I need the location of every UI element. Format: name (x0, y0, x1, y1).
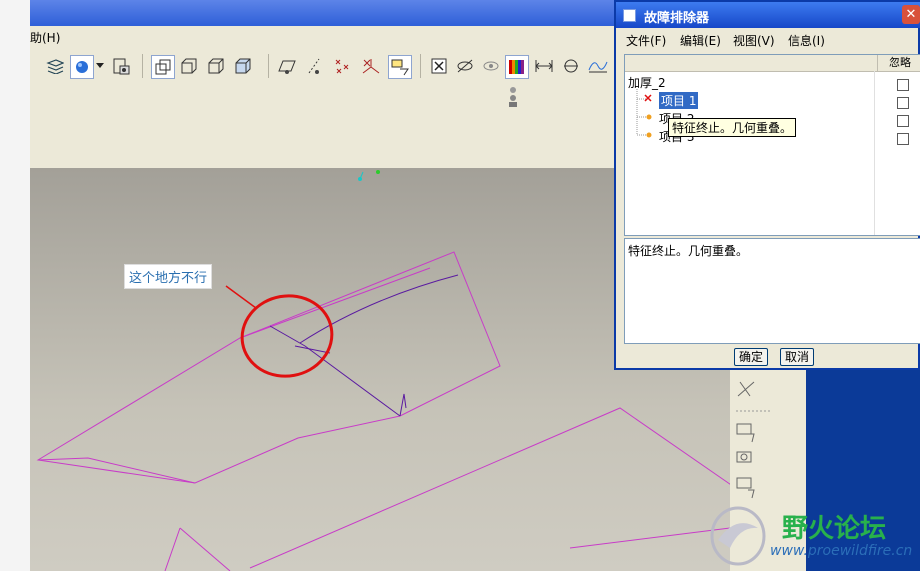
layer-icon[interactable] (44, 55, 66, 77)
close-window-icon[interactable] (428, 55, 450, 77)
message-text: 特征终止。几何重叠。 (628, 244, 749, 258)
main-menubar: 助(H) (30, 26, 620, 48)
troubleshooter-tree[interactable]: 忽略 加厚_2 项目 1 项目 2 项目 3 (624, 54, 920, 236)
window-icon (623, 9, 636, 22)
hidden-line-icon[interactable] (178, 55, 200, 77)
no-hidden-icon[interactable] (205, 55, 227, 77)
shaded-icon[interactable] (232, 55, 254, 77)
main-toolbar (30, 48, 620, 169)
app-title-bar (30, 0, 620, 26)
curve-analysis-icon[interactable] (587, 55, 609, 77)
left-panel-strip (0, 0, 30, 571)
datum-point-icon[interactable] (332, 55, 354, 77)
hierarchy-icon[interactable] (502, 86, 524, 108)
measure-distance-icon[interactable] (533, 55, 555, 77)
tree-header: 忽略 (625, 55, 920, 72)
troubleshooter-dialog: 故障排除器 ✕ 文件(F) 编辑(E) 视图(V) 信息(I) 忽略 加厚_2 … (614, 0, 920, 370)
display-style-icon[interactable] (70, 55, 94, 79)
coordinate-system-icon[interactable] (360, 55, 382, 77)
dialog-title-bar[interactable]: 故障排除器 ✕ (616, 2, 920, 28)
dialog-title: 故障排除器 (644, 11, 710, 26)
menu-view[interactable]: 视图(V) (733, 32, 775, 49)
cancel-button[interactable]: 取消 (780, 348, 815, 366)
menu-info[interactable]: 信息(I) (788, 32, 825, 49)
annotation-label: 这个地方不行 (124, 264, 213, 289)
datum-plane-icon[interactable] (276, 55, 298, 77)
ignore-checkbox-root[interactable] (897, 79, 909, 91)
menu-edit[interactable]: 编辑(E) (680, 32, 721, 49)
ok-button[interactable]: 确定 (734, 348, 769, 366)
chevron-down-icon[interactable] (95, 55, 105, 77)
show-icon[interactable] (480, 55, 502, 77)
datum-axis-icon[interactable] (304, 55, 326, 77)
ignore-column-header: 忽略 (877, 55, 920, 71)
watermark-name: 野火论坛 (782, 514, 887, 544)
ignore-checkbox-item-1[interactable] (897, 97, 909, 109)
ignore-checkbox-item-3[interactable] (897, 133, 909, 145)
menu-help[interactable]: 助(H) (30, 29, 60, 46)
message-panel: 特征终止。几何重叠。 (624, 238, 920, 344)
hide-icon[interactable] (454, 55, 476, 77)
measure-diameter-icon[interactable] (560, 55, 582, 77)
tooltip: 特征终止。几何重叠。 (668, 118, 797, 137)
tree-item-1[interactable]: 项目 1 (659, 92, 699, 109)
watermark-url: www.proewildfire.cn (770, 543, 913, 559)
close-icon[interactable]: ✕ (902, 5, 920, 24)
saved-view-icon[interactable] (110, 55, 132, 77)
ignore-checkbox-item-2[interactable] (897, 115, 909, 127)
dialog-menubar: 文件(F) 编辑(E) 视图(V) 信息(I) (616, 28, 920, 50)
color-spectrum-icon[interactable] (505, 55, 529, 79)
annotation-display-icon[interactable] (388, 55, 412, 79)
wireframe-icon[interactable] (151, 55, 175, 79)
menu-file[interactable]: 文件(F) (626, 32, 666, 49)
